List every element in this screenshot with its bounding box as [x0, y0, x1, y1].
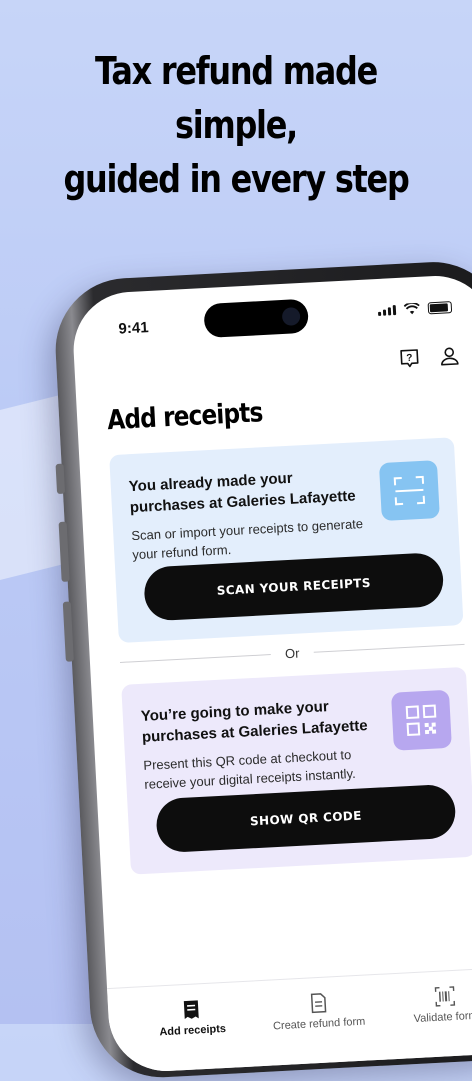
divider-line-left: [120, 654, 271, 663]
barcode-icon: [433, 985, 456, 1008]
help-icon[interactable]: ?: [398, 347, 421, 370]
phone-volume-down: [63, 601, 74, 661]
dynamic-island: [203, 299, 309, 338]
card-title: You already made your purchases at Galer…: [128, 464, 365, 518]
header-actions: ?: [398, 345, 461, 370]
bottom-tab-bar: Add receipts Create refund form: [107, 966, 472, 1074]
headline-line-2: guided in every step: [38, 152, 434, 206]
divider-label: Or: [285, 646, 300, 662]
profile-icon[interactable]: [438, 345, 461, 368]
document-icon: [308, 992, 329, 1015]
phone-screen: 9:41 ?: [71, 273, 472, 1074]
divider-line-right: [313, 644, 464, 653]
tab-create-refund-form[interactable]: Create refund form: [263, 989, 377, 1070]
status-time: 9:41: [118, 319, 149, 338]
already-purchased-card: You already made your purchases at Galer…: [109, 437, 463, 643]
qr-code-icon: [391, 690, 452, 751]
or-divider: Or: [120, 637, 465, 670]
tab-label: Validate form: [413, 1010, 472, 1025]
wifi-icon: [404, 303, 421, 316]
future-purchase-card: You’re going to make your purchases at G…: [121, 667, 472, 875]
svg-text:?: ?: [406, 353, 413, 364]
page-title: Add receipts: [107, 397, 264, 436]
phone-volume-up: [59, 522, 70, 582]
signal-icon: [378, 305, 396, 316]
camera-icon: [282, 307, 301, 326]
tab-label: Add receipts: [159, 1023, 226, 1038]
tab-validate-form[interactable]: Validate form: [389, 983, 472, 1064]
tab-label: Create refund form: [273, 1016, 366, 1033]
phone-mockup: 9:41 ?: [52, 258, 472, 1081]
scan-receipts-button[interactable]: SCAN YOUR RECEIPTS: [143, 552, 444, 622]
scan-icon: [379, 460, 440, 521]
show-qr-code-button[interactable]: SHOW QR CODE: [155, 784, 456, 854]
tab-add-receipts[interactable]: Add receipts: [136, 996, 250, 1074]
card-description: Present this QR code at checkout to rece…: [143, 743, 395, 794]
battery-icon: [428, 301, 453, 314]
receipt-icon: [181, 998, 202, 1021]
phone-silent-switch: [56, 464, 66, 494]
phone-frame: 9:41 ?: [52, 258, 472, 1080]
status-icons: [378, 301, 453, 317]
card-title: You’re going to make your purchases at G…: [140, 694, 377, 748]
marketing-headline: Tax refund made simple, guided in every …: [38, 44, 434, 206]
headline-line-1: Tax refund made simple,: [38, 44, 434, 152]
